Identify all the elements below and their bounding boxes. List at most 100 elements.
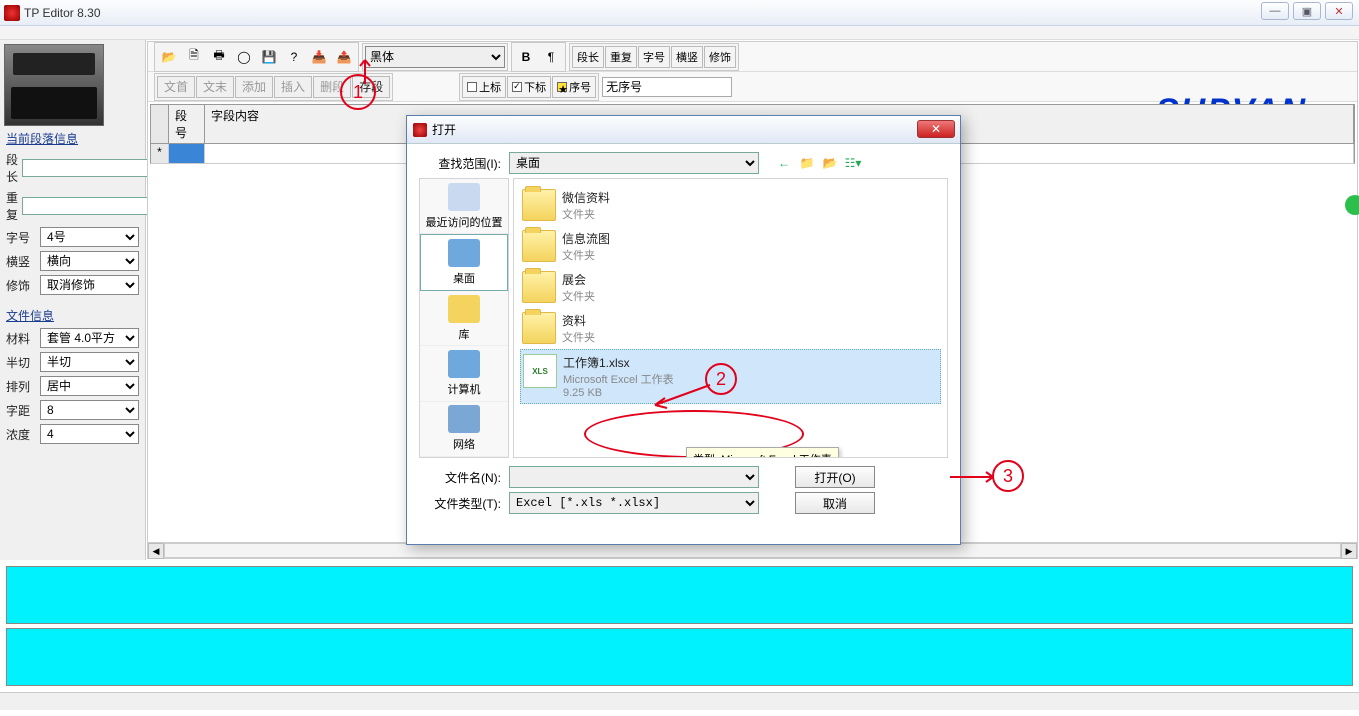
chk-subscript[interactable]: 下标	[507, 76, 551, 98]
select-halfcut[interactable]: 半切	[40, 352, 139, 372]
side-indicator-icon	[1345, 195, 1359, 215]
label-preview-strip	[6, 566, 1353, 624]
font-select[interactable]: 黑体	[365, 46, 505, 68]
scroll-left-icon[interactable]: ◀	[148, 543, 164, 559]
new-icon[interactable]: 🗎	[182, 45, 206, 69]
folder-item[interactable]: 微信资料文件夹	[520, 185, 941, 226]
up-folder-icon[interactable]: 📁	[798, 154, 816, 172]
open-dialog: 打开 ✕ 查找范围(I): 桌面 ← 📁 📂 ☷▾ 最近访问的位置 桌面 库 计…	[406, 115, 961, 545]
btn-delete-seg[interactable]: 删段	[313, 76, 351, 98]
btn-save-seg[interactable]: 存段	[352, 76, 390, 98]
btn-repeat[interactable]: 重复	[605, 46, 637, 68]
btn-decoration[interactable]: 修饰	[704, 46, 736, 68]
label-decoration: 修饰	[6, 277, 36, 294]
folder-icon	[522, 312, 556, 344]
label-halfcut: 半切	[6, 354, 36, 371]
close-button[interactable]: ✕	[1325, 2, 1353, 20]
file-item-xlsx[interactable]: XLS 工作簿1.xlsx Microsoft Excel 工作表 9.25 K…	[520, 349, 941, 404]
lookin-select[interactable]: 桌面	[509, 152, 759, 174]
grid-corner	[151, 105, 169, 143]
left-panel: 当前段落信息 段长 重复 字号4号 横竖横向 修饰取消修饰 文件信息 材料套管 …	[0, 40, 146, 560]
select-decoration[interactable]: 取消修饰	[40, 275, 139, 295]
label-spacing: 字距	[6, 402, 36, 419]
place-network[interactable]: 网络	[420, 402, 508, 457]
folder-item[interactable]: 资料文件夹	[520, 308, 941, 349]
label-repeat: 重复	[6, 189, 18, 223]
place-recent[interactable]: 最近访问的位置	[420, 179, 508, 234]
select-material[interactable]: 套管 4.0平方	[40, 328, 139, 348]
label-material: 材料	[6, 330, 36, 347]
excel-file-icon: XLS	[523, 354, 557, 388]
chk-sequence[interactable]: ★序号	[552, 76, 596, 98]
btn-insert[interactable]: 插入	[274, 76, 312, 98]
select-fontsize[interactable]: 4号	[40, 227, 139, 247]
btn-add[interactable]: 添加	[235, 76, 273, 98]
btn-orientation[interactable]: 横竖	[671, 46, 703, 68]
btn-doc-end[interactable]: 文末	[196, 76, 234, 98]
dialog-icon	[413, 123, 427, 137]
chk-superscript[interactable]: 上标	[462, 76, 506, 98]
place-desktop[interactable]: 桌面	[420, 234, 508, 290]
open-button[interactable]: 打开(O)	[795, 466, 875, 488]
save-icon[interactable]: 💾	[257, 45, 281, 69]
place-computer[interactable]: 计算机	[420, 346, 508, 401]
maximize-button[interactable]: ▣	[1293, 2, 1321, 20]
grid-row-marker: *	[151, 144, 169, 163]
print-icon[interactable]: 🖶	[207, 45, 231, 69]
label-seglen: 段长	[6, 151, 18, 185]
select-density[interactable]: 4	[40, 424, 139, 444]
grid-cell-segno[interactable]	[169, 144, 205, 163]
export-icon[interactable]: 📤	[332, 45, 356, 69]
section-paragraph-info: 当前段落信息	[2, 128, 143, 149]
select-align[interactable]: 居中	[40, 376, 139, 396]
sequence-input[interactable]	[602, 77, 732, 97]
minimize-button[interactable]: —	[1261, 2, 1289, 20]
window-title: TP Editor 8.30	[24, 6, 101, 20]
back-icon[interactable]: ←	[775, 154, 793, 172]
filename-label: 文件名(N):	[419, 469, 501, 486]
app-icon	[4, 5, 20, 21]
file-tooltip: 类型: Microsoft Excel 工作表 大小: 9.25 KB 修改日期…	[686, 447, 839, 458]
lookin-label: 查找范围(I):	[419, 155, 501, 172]
pilcrow-button[interactable]: ¶	[539, 45, 563, 69]
help-icon[interactable]: ?	[282, 45, 306, 69]
filetype-select[interactable]: Excel [*.xls *.xlsx]	[509, 492, 759, 514]
select-orientation[interactable]: 横向	[40, 251, 139, 271]
view-menu-icon[interactable]: ☷▾	[844, 154, 862, 172]
label-preview-strip	[6, 628, 1353, 686]
dialog-close-button[interactable]: ✕	[917, 120, 955, 138]
label-orientation: 横竖	[6, 253, 36, 270]
select-spacing[interactable]: 8	[40, 400, 139, 420]
new-folder-icon[interactable]: 📂	[821, 154, 839, 172]
bold-button[interactable]: B	[514, 45, 538, 69]
grid-col-segno: 段号	[169, 105, 205, 143]
filetype-label: 文件类型(T):	[419, 495, 501, 512]
btn-doc-start[interactable]: 文首	[157, 76, 195, 98]
window-titlebar: TP Editor 8.30 — ▣ ✕	[0, 0, 1359, 26]
stop-icon[interactable]: ◯	[232, 45, 256, 69]
device-preview-image	[4, 44, 104, 126]
folder-item[interactable]: 信息流图文件夹	[520, 226, 941, 267]
btn-seglen[interactable]: 段长	[572, 46, 604, 68]
scroll-track[interactable]	[164, 543, 1341, 558]
folder-item[interactable]: 展会文件夹	[520, 267, 941, 308]
file-list[interactable]: 微信资料文件夹 信息流图文件夹 展会文件夹 资料文件夹 XLS	[513, 178, 948, 458]
preview-area	[0, 560, 1359, 692]
label-align: 排列	[6, 378, 36, 395]
btn-fontsize[interactable]: 字号	[638, 46, 670, 68]
cancel-button[interactable]: 取消	[795, 492, 875, 514]
menu-bar	[0, 26, 1359, 40]
dialog-title: 打开	[432, 121, 456, 138]
open-icon[interactable]: 📂	[157, 45, 181, 69]
dialog-titlebar[interactable]: 打开 ✕	[407, 116, 960, 144]
scroll-right-icon[interactable]: ▶	[1341, 543, 1357, 559]
import-icon[interactable]: 📥	[307, 45, 331, 69]
filename-select[interactable]	[509, 466, 759, 488]
place-libraries[interactable]: 库	[420, 291, 508, 346]
label-fontsize: 字号	[6, 229, 36, 246]
section-file-info: 文件信息	[2, 305, 143, 326]
places-bar: 最近访问的位置 桌面 库 计算机 网络	[419, 178, 509, 458]
folder-icon	[522, 189, 556, 221]
status-bar	[0, 692, 1359, 710]
toolbar-main: 📂 🗎 🖶 ◯ 💾 ? 📥 📤 黑体 B ¶ 段长 重复 字号 横竖	[148, 42, 1357, 72]
